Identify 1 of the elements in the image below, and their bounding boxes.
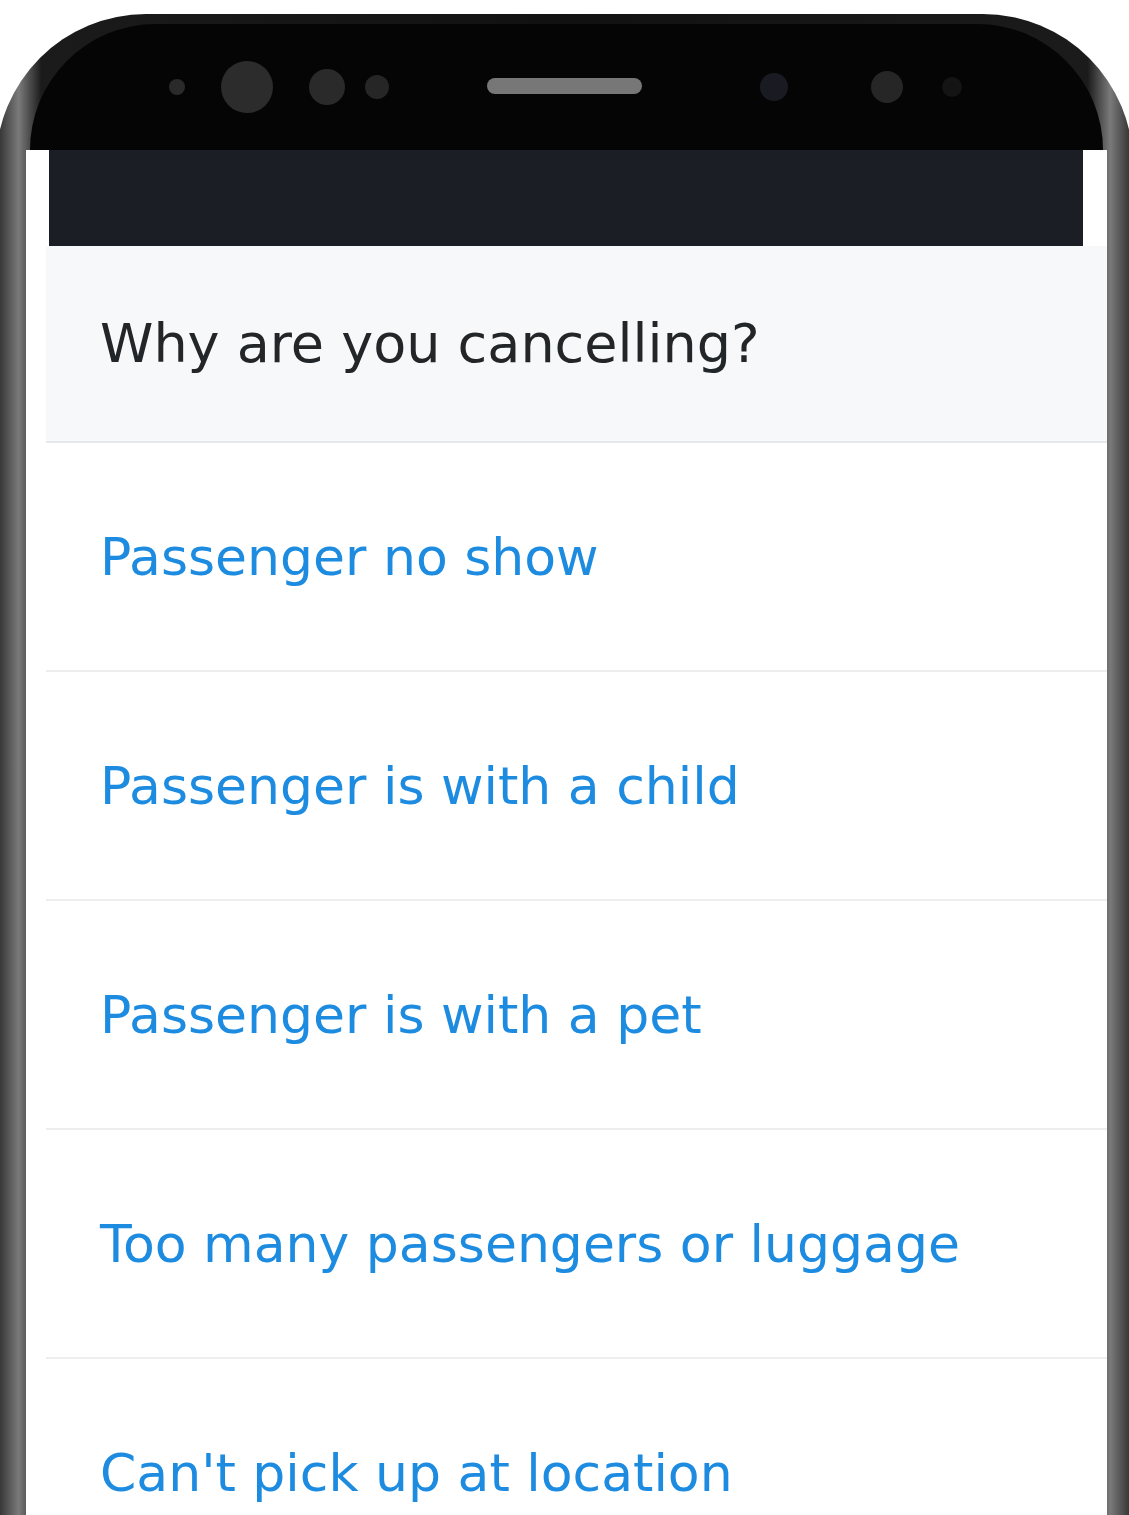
dialog-title: Why are you cancelling? (100, 312, 760, 375)
